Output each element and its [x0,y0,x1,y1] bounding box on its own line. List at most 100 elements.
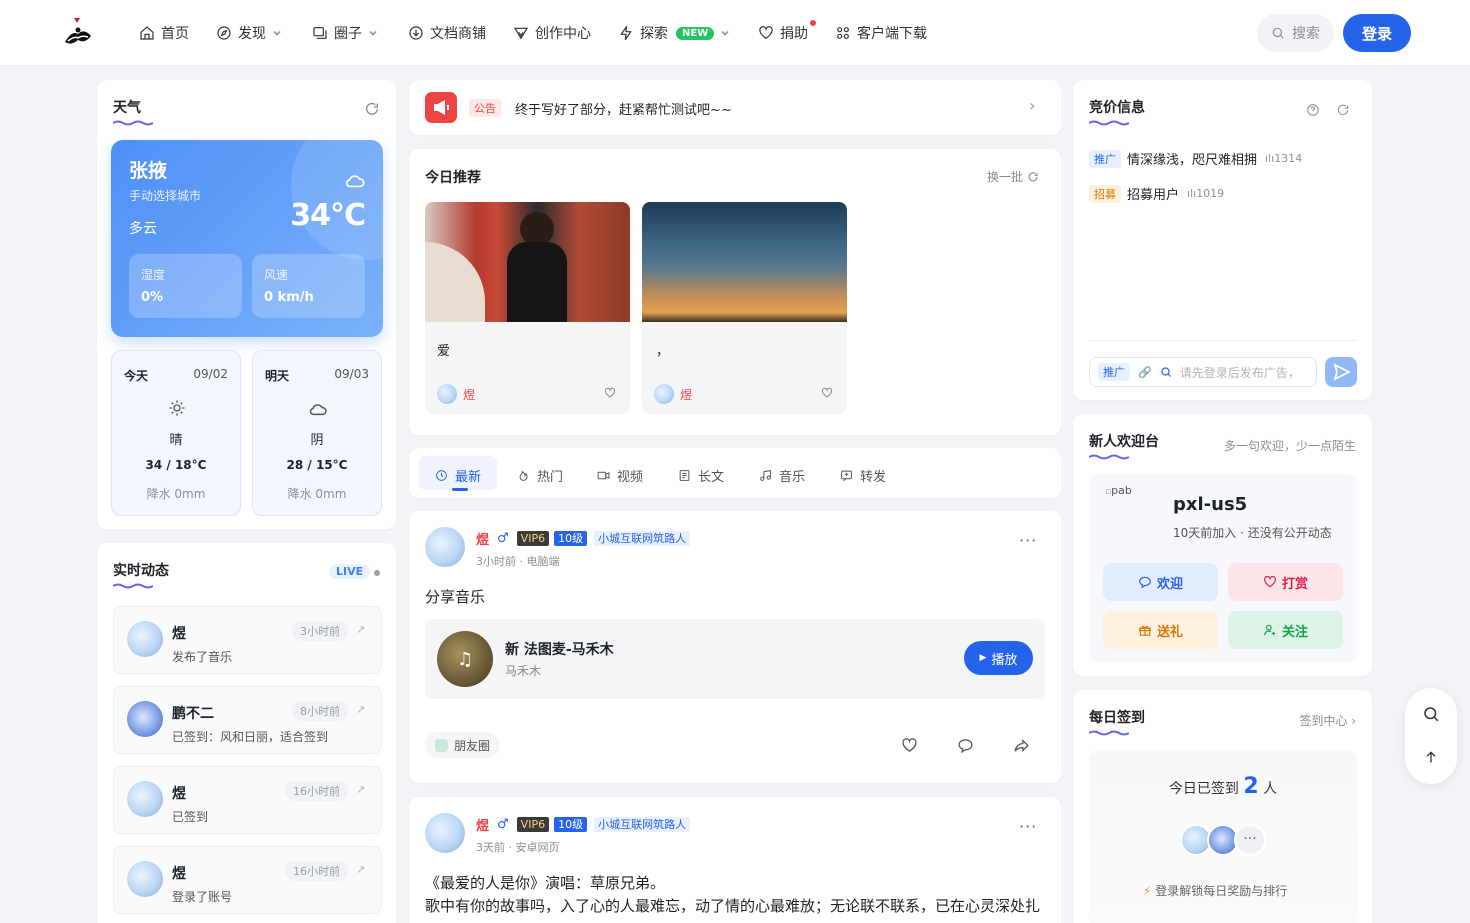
avatar[interactable] [127,701,163,737]
broken-avatar[interactable]: ▫pab [1105,484,1149,528]
nav-circle[interactable]: 圈子 [312,22,384,44]
signin-center-link[interactable]: 签到中心 › [1299,712,1356,729]
chevron-right-icon[interactable]: › [1029,96,1035,115]
ad-placeholder: 请先登录后发布广告， [1179,365,1300,380]
tip-button[interactable]: 打赏 [1228,563,1343,601]
more-icon[interactable]: ··· [1019,817,1037,836]
arrow-up-right-icon[interactable]: ↗ [356,623,365,636]
live-user[interactable]: 鹏不二 [172,703,214,723]
live-user[interactable]: 煜 [172,783,186,803]
arrow-up-right-icon[interactable]: ↗ [356,863,365,876]
welcome-button[interactable]: 欢迎 [1103,563,1218,601]
nav-doc-shop[interactable]: 文档商铺 [408,22,486,44]
ad-item[interactable]: 招募 招募用户 ılı1019 [1089,184,1224,203]
comment-icon[interactable] [957,737,974,754]
tab-video[interactable]: 视频 [597,466,643,485]
like-heart-icon[interactable] [901,737,918,754]
search-icon[interactable] [1422,705,1440,723]
signin-tip-text: 登录解锁每日奖励与排行 [1155,884,1288,898]
avatar[interactable] [127,621,163,657]
tab-hot[interactable]: 热门 [517,466,563,485]
help-icon[interactable] [1306,103,1320,117]
ad-count: ılı1314 [1265,152,1302,165]
avatar[interactable] [654,384,674,404]
nav-client-download[interactable]: 客户端下载 [835,22,927,44]
music-card[interactable]: ♫ 新 法图麦-马禾木 马禾木 ▶ 播放 [425,619,1045,699]
ads-title: 竞价信息 [1089,100,1145,116]
live-time: 16小时前 [285,861,348,881]
circle-tag[interactable]: 朋友圈 [425,732,501,758]
login-button[interactable]: 登录 [1343,14,1411,52]
live-user[interactable]: 煜 [172,623,186,643]
recommend-item[interactable]: 爱 煜 [425,202,630,414]
weather-city[interactable]: 张掖 [129,156,167,183]
live-item[interactable]: 煜 已签到 16小时前 ↗ [113,766,382,834]
nav-label: 文档商铺 [430,26,486,42]
recommend-item-user[interactable]: 煜 [463,386,475,403]
recommend-item[interactable]: ， 煜 [642,202,847,414]
search-icon [1272,27,1284,39]
arrow-up-right-icon[interactable]: ↗ [356,703,365,716]
welcome-user[interactable]: pxl-us5 [1173,494,1247,515]
post-author[interactable]: 煜 [476,815,489,834]
gender-male-icon: ♂ [497,531,509,546]
title-underline [1089,730,1129,736]
nav-explore[interactable]: 探索 NEW [618,22,736,44]
play-label: 播放 [991,652,1018,668]
ad-input[interactable]: 推广 🔗 请先登录后发布广告， [1089,357,1317,387]
refresh-icon[interactable] [1336,103,1350,117]
live-item[interactable]: 煜 发布了音乐 3小时前 ↗ [113,606,382,674]
signin-link-label: 签到中心 [1299,714,1348,728]
ad-tag: 招募 [1089,184,1121,203]
recommend-item-user[interactable]: 煜 [680,386,692,403]
tab-latest[interactable]: 最新 [435,466,481,485]
live-item[interactable]: 煜 登录了账号 16小时前 ↗ [113,846,382,914]
heart-icon[interactable] [604,387,616,399]
announcement-text[interactable]: 终于写好了部分，赶紧帮忙测试吧~~ [515,99,732,118]
send-button[interactable] [1325,357,1357,387]
signin-tip[interactable]: ⚡ 登录解锁每日奖励与排行 [1143,882,1287,899]
tab-repost[interactable]: 转发 [840,466,886,485]
search-button[interactable]: 搜索 [1257,14,1334,52]
person-body [507,242,567,322]
avatar[interactable] [437,384,457,404]
nav-donate[interactable]: 捐助 [758,22,808,44]
live-user[interactable]: 煜 [172,863,186,883]
live-item[interactable]: 鹏不二 已签到：风和日丽，适合签到 8小时前 ↗ [113,686,382,754]
tab-music[interactable]: 音乐 [759,466,805,485]
recommend-thumbnail[interactable] [642,202,847,322]
nav-home[interactable]: 首页 [139,22,189,44]
forecast-rain: 降水 0mm [146,487,206,501]
avatar[interactable] [425,813,465,853]
post-author[interactable]: 煜 [476,529,489,548]
announcement-bar[interactable]: 公告 终于写好了部分，赶紧帮忙测试吧~~ › [409,80,1061,135]
ad-item[interactable]: 推广 情深缘浅，咫尺难相拥 ılı1314 [1089,149,1302,168]
refresh-icon[interactable] [364,101,380,117]
nav-label: 客户端下载 [857,26,927,42]
user-add-icon [1264,624,1276,636]
tab-label: 最新 [455,470,482,485]
follow-button[interactable]: 关注 [1228,611,1343,649]
nav-creator[interactable]: 创作中心 [513,22,591,44]
arrow-up-right-icon[interactable]: ↗ [356,783,365,796]
share-icon[interactable] [1013,737,1030,754]
link-icon[interactable]: 🔗 [1138,366,1152,379]
album-cover[interactable]: ♫ [437,631,493,687]
refresh-batch-button[interactable]: 换一批 [987,168,1039,185]
heart-icon[interactable] [821,387,833,399]
avatar[interactable] [425,527,465,567]
nav-discover[interactable]: 发现 [216,22,288,44]
ad-input-tag[interactable]: 推广 [1098,363,1130,381]
avatar[interactable] [127,781,163,817]
play-button[interactable]: ▶ 播放 [964,641,1033,675]
refresh-label: 换一批 [987,170,1024,184]
humidity-label: 湿度 [141,268,166,282]
back-to-top-icon[interactable] [1423,749,1439,765]
more-icon[interactable]: ··· [1019,531,1037,550]
tab-article[interactable]: 长文 [678,466,724,485]
recommend-thumbnail[interactable] [425,202,630,322]
site-logo[interactable] [60,16,96,50]
avatar[interactable] [127,861,163,897]
more-signins[interactable]: ··· [1234,824,1266,856]
gift-button[interactable]: 送礼 [1103,611,1218,649]
